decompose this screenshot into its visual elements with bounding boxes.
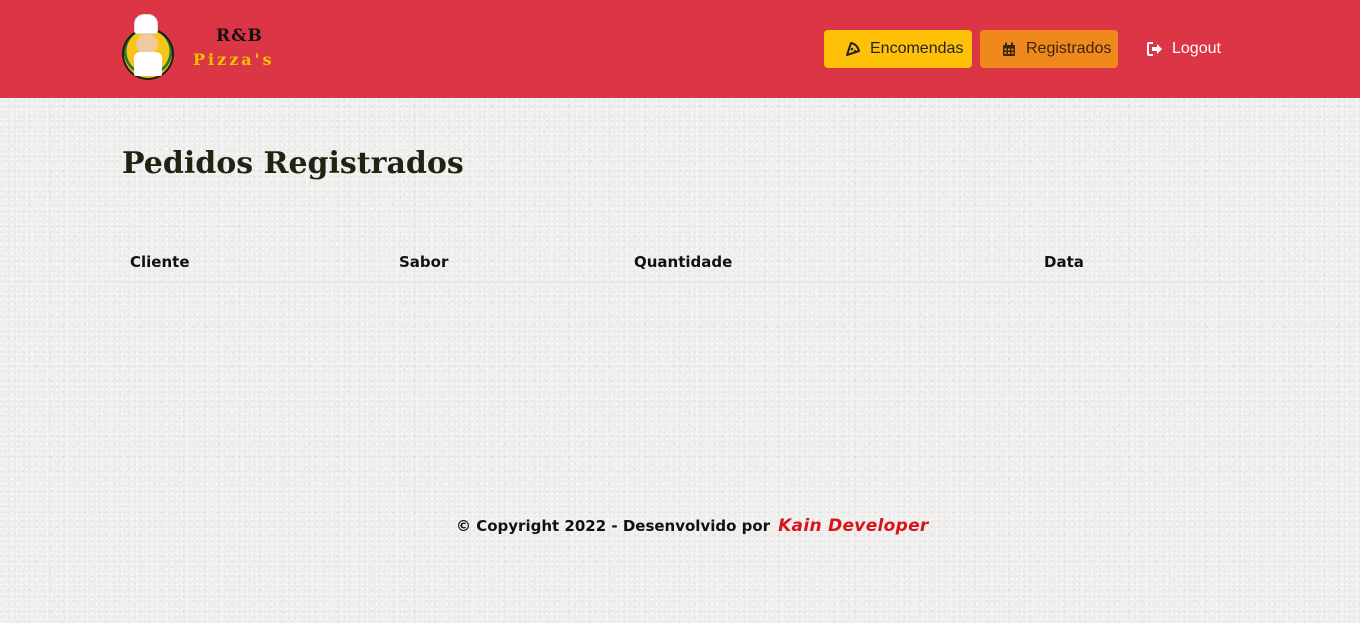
developer-brand-link[interactable]: Kain Developer (778, 516, 929, 536)
encomendas-label: Encomendas (870, 40, 964, 57)
chef-hat-icon (134, 14, 158, 34)
copyright-text: © Copyright 2022 - Desenvolvido por (456, 517, 771, 535)
site-footer: © Copyright 2022 - Desenvolvido por Kain… (456, 514, 929, 538)
brand-logo[interactable]: R&B Pizza's (120, 14, 290, 86)
column-header-cliente: Cliente (130, 253, 190, 271)
column-header-sabor: Sabor (399, 253, 449, 271)
column-header-quantidade: Quantidade (634, 253, 733, 271)
sign-out-icon (1146, 40, 1164, 58)
logout-button[interactable]: Logout (1138, 30, 1228, 68)
logo-text-line2: Pizza's (193, 50, 275, 69)
chef-face-icon (136, 34, 158, 54)
chef-body-icon (134, 52, 162, 76)
page-title: Pedidos Registrados (122, 146, 464, 181)
orders-table-header: Cliente Sabor Quantidade Data (122, 246, 1238, 283)
logo-text-line1: R&B (216, 26, 263, 46)
column-header-data: Data (1044, 253, 1084, 271)
registrados-button[interactable]: Registrados (980, 30, 1118, 68)
logout-label: Logout (1172, 40, 1221, 57)
site-header: R&B Pizza's Encomendas Registrados Logou… (0, 0, 1360, 98)
calendar-icon (1000, 40, 1018, 58)
encomendas-button[interactable]: Encomendas (824, 30, 972, 68)
pizza-slice-icon (844, 40, 862, 58)
registrados-label: Registrados (1026, 40, 1112, 57)
